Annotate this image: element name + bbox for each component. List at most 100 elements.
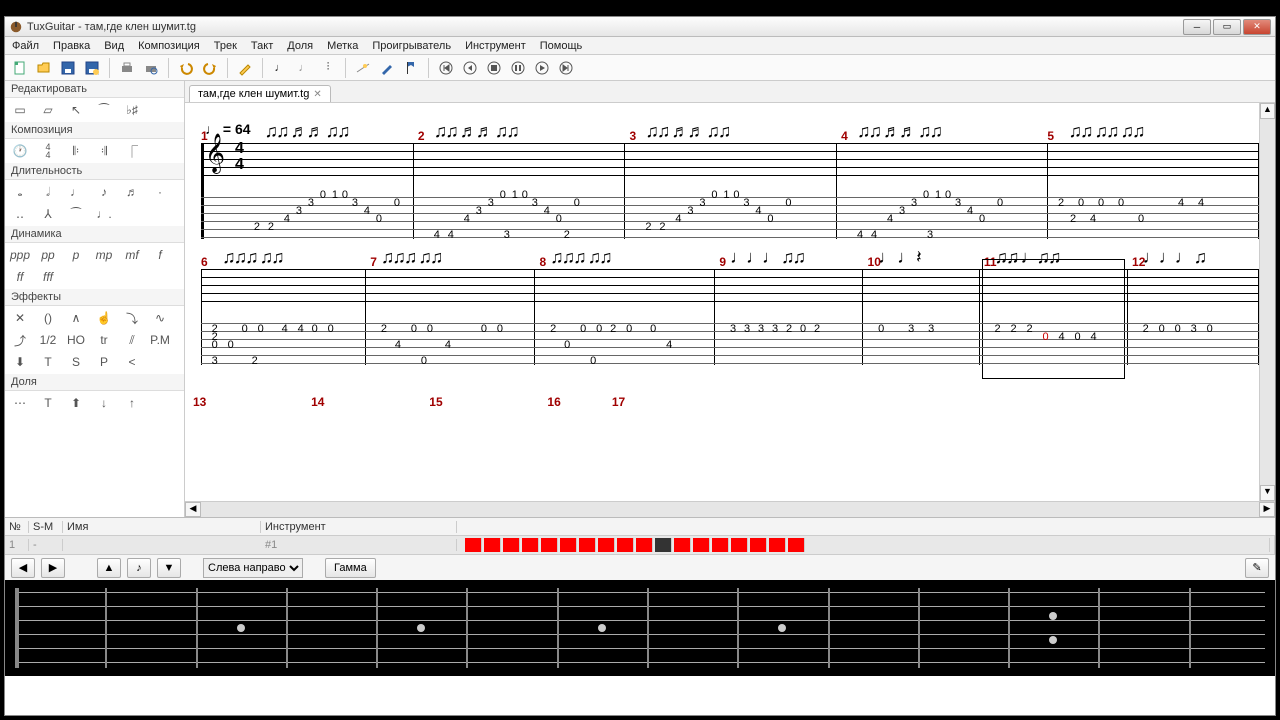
fx-trill[interactable]: tr [95, 332, 113, 348]
menu-marker[interactable]: Метка [320, 40, 365, 52]
beat-strup[interactable]: ↑ [123, 395, 141, 411]
sharp-icon[interactable]: ♭♯ [123, 102, 141, 118]
fx-accent[interactable]: ∧ [67, 310, 85, 326]
repeat-alt-icon[interactable]: ⎾ [123, 143, 141, 159]
dyn-f[interactable]: f [151, 247, 169, 263]
prev-icon[interactable] [459, 57, 481, 79]
settings-wand-icon[interactable]: ✎ [1245, 558, 1269, 578]
dot-icon[interactable]: · [151, 184, 169, 200]
fx-tremolo[interactable]: ⫽ [123, 332, 141, 348]
track-row[interactable]: 1 - #1 [5, 536, 1275, 554]
fx-vibrato[interactable]: ∿ [151, 310, 169, 326]
edit-mode-icon[interactable] [234, 57, 256, 79]
tempo-icon[interactable]: 🕐 [11, 143, 29, 159]
first-icon[interactable] [435, 57, 457, 79]
col-name[interactable]: Имя [63, 521, 261, 533]
dyn-fff[interactable]: fff [39, 269, 57, 285]
voice-chord-icon[interactable]: ⫶ [317, 57, 339, 79]
menu-view[interactable]: Вид [97, 40, 131, 52]
mixer-icon[interactable] [352, 57, 374, 79]
last-icon[interactable] [555, 57, 577, 79]
menu-player[interactable]: Проигрыватель [365, 40, 458, 52]
play-icon[interactable] [531, 57, 553, 79]
dyn-mp[interactable]: mp [95, 247, 113, 263]
repeat-close-icon[interactable]: 𝄇 [95, 143, 113, 159]
menu-instrument[interactable]: Инструмент [458, 40, 533, 52]
marker-icon[interactable] [400, 57, 422, 79]
repeat-open-icon[interactable]: 𝄆 [67, 143, 85, 159]
timesig-icon[interactable]: 44 [39, 143, 57, 159]
dyn-mf[interactable]: mf [123, 247, 141, 263]
fretboard[interactable] [5, 580, 1275, 676]
new-icon[interactable] [9, 57, 31, 79]
maximize-button[interactable]: ▭ [1213, 19, 1241, 35]
fx-stroke[interactable]: ⬇ [11, 354, 29, 370]
saveas-icon[interactable] [81, 57, 103, 79]
close-button[interactable]: ✕ [1243, 19, 1271, 35]
eighth-icon[interactable]: ♪ [95, 184, 113, 200]
beat-up[interactable]: ⬆ [67, 395, 85, 411]
ddot-icon[interactable]: ‥ [11, 206, 29, 222]
next-measure-button[interactable]: ▶ [41, 558, 65, 578]
fx-slide[interactable]: ⤴ [11, 332, 29, 348]
pause-icon[interactable] [507, 57, 529, 79]
scale-down-button[interactable]: ▼ [157, 558, 181, 578]
menu-file[interactable]: Файл [5, 40, 46, 52]
cursor-icon[interactable]: ↖ [67, 102, 85, 118]
tied-dur-icon[interactable]: ⁀ [67, 206, 85, 222]
tie-icon[interactable]: ⁀ [95, 102, 113, 118]
transport-icon[interactable] [376, 57, 398, 79]
redo-icon[interactable] [199, 57, 221, 79]
open-icon[interactable] [33, 57, 55, 79]
tuplet-icon[interactable]: ⅄ [39, 206, 57, 222]
fx-bend[interactable]: ⤵ [123, 310, 141, 326]
col-no[interactable]: № [5, 521, 29, 533]
fx-hammer[interactable]: HO [67, 332, 85, 348]
direction-select[interactable]: Слева направо [203, 558, 303, 578]
beat-chord[interactable]: ⋯ [11, 395, 29, 411]
tab-close-icon[interactable]: ✕ [313, 89, 321, 100]
fx-ghost[interactable]: () [39, 310, 57, 326]
prev-measure-button[interactable]: ◀ [11, 558, 35, 578]
sixteenth-icon[interactable]: ♬ [123, 184, 141, 200]
save-icon[interactable] [57, 57, 79, 79]
col-sm[interactable]: S-M [29, 521, 63, 533]
half-icon[interactable]: 𝅗𝅥 [39, 184, 57, 200]
beat-strdown[interactable]: ↓ [95, 395, 113, 411]
dotted-eighth-icon[interactable]: ♩. [95, 206, 113, 222]
scale-up-button[interactable]: ▲ [97, 558, 121, 578]
select-note-icon[interactable]: ▱ [39, 102, 57, 118]
menu-help[interactable]: Помощь [533, 40, 590, 52]
vertical-scrollbar[interactable]: ▲▼ [1259, 103, 1275, 501]
print-icon[interactable] [116, 57, 138, 79]
scale-note-button[interactable]: ♪ [127, 558, 151, 578]
col-inst[interactable]: Инструмент [261, 521, 457, 533]
print-preview-icon[interactable] [140, 57, 162, 79]
fx-slap[interactable]: S [67, 354, 85, 370]
whole-icon[interactable]: 𝅝 [11, 184, 29, 200]
stop-icon[interactable] [483, 57, 505, 79]
dyn-ppp[interactable]: ppp [11, 247, 29, 263]
minimize-button[interactable]: ─ [1183, 19, 1211, 35]
select-icon[interactable]: ▭ [11, 102, 29, 118]
fx-dead[interactable]: ✕ [11, 310, 29, 326]
fx-fade[interactable]: < [123, 354, 141, 370]
volume-segments[interactable] [461, 538, 1270, 552]
gamma-button[interactable]: Гамма [325, 558, 376, 578]
dyn-p[interactable]: p [67, 247, 85, 263]
undo-icon[interactable] [175, 57, 197, 79]
dyn-pp[interactable]: pp [39, 247, 57, 263]
fx-harmonic[interactable]: ☝ [95, 310, 113, 326]
menu-composition[interactable]: Композиция [131, 40, 207, 52]
dyn-ff[interactable]: ff [11, 269, 29, 285]
menu-measure[interactable]: Такт [244, 40, 280, 52]
document-tab[interactable]: там,где клен шумит.tg ✕ [189, 85, 331, 102]
menu-track[interactable]: Трек [207, 40, 244, 52]
menu-beat[interactable]: Доля [280, 40, 320, 52]
score-viewport[interactable]: ♩ = 64 𝄞 44 1 2 3 4 5 [185, 103, 1275, 501]
voice1-icon[interactable]: ♩ [269, 57, 291, 79]
menu-edit[interactable]: Правка [46, 40, 97, 52]
fx-pop[interactable]: P [95, 354, 113, 370]
voice2-icon[interactable]: ♩ [293, 57, 315, 79]
quarter-icon[interactable]: ♩ [67, 184, 85, 200]
